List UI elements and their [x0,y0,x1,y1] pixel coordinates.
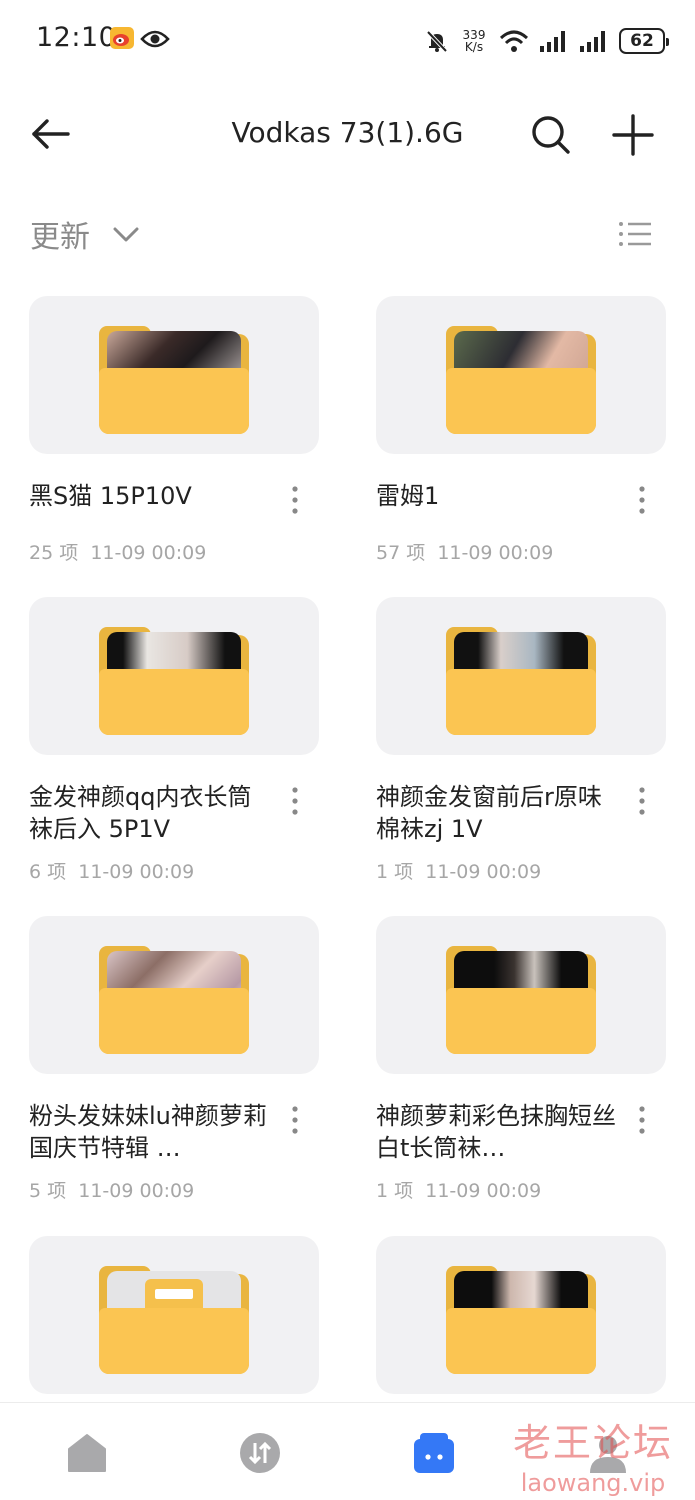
item-count: 6 项 [29,861,67,883]
watermark: 老王论坛 laowang.vip [508,1412,678,1497]
folder-thumbnail[interactable] [376,1236,666,1394]
modified-date: 11-09 00:09 [425,1180,542,1202]
folder-name: 黑S猫 15P10V [29,482,192,510]
folder-thumbnail[interactable] [376,597,666,755]
modified-date: 11-09 00:09 [425,861,542,883]
battery-indicator: 62 [619,28,669,54]
folder-meta: 6 项 11-09 00:09 [29,857,194,884]
mute-bell-icon [426,30,448,53]
title-bar: Vodkas 73(1).6G [0,100,695,170]
more-vertical-icon[interactable] [630,484,654,516]
folder-icon [99,1266,249,1374]
modified-date: 11-09 00:09 [78,861,195,883]
modified-date: 11-09 00:09 [90,542,207,564]
folder-icon [446,627,596,735]
folder-thumbnail[interactable] [29,1236,319,1394]
more-vertical-icon[interactable] [283,1104,307,1136]
item-count: 1 项 [376,1180,414,1202]
files-icon[interactable] [412,1431,456,1475]
transfer-icon[interactable] [238,1431,282,1475]
page-title: Vodkas 73(1).6G [231,116,464,149]
status-time: 12:10 [36,22,117,53]
folder-name: 神颜金发窗前后r原味棉袜zj 1V [376,783,602,843]
weibo-icon [110,27,134,49]
folder-name: 金发神颜qq内衣长筒袜后入 5P1V [29,783,252,843]
folder-meta: 57 项 11-09 00:09 [376,538,553,565]
signal-icon [540,31,565,52]
folder-thumbnail[interactable] [376,296,666,454]
watermark-text: 老王论坛 [512,1421,673,1465]
folder-icon [446,1266,596,1374]
add-icon[interactable] [610,112,656,158]
battery-level: 62 [630,31,654,51]
status-bar: 12:10 339 K/s 62 [0,0,695,80]
folder-icon [446,946,596,1054]
item-count: 25 项 [29,542,79,564]
folder-icon [99,627,249,735]
signal-icon-2 [580,31,605,52]
sort-label: 更新 [30,220,90,255]
watermark-url: laowang.vip [520,1469,666,1497]
folder-thumbnail[interactable] [29,296,319,454]
folder-icon [99,946,249,1054]
home-icon[interactable] [65,1431,109,1475]
list-view-icon[interactable] [617,216,653,252]
folder-name: 雷姆1 [376,482,440,510]
folder-meta: 1 项 11-09 00:09 [376,857,541,884]
folder-meta: 5 项 11-09 00:09 [29,1176,194,1203]
folder-meta: 1 项 11-09 00:09 [376,1176,541,1203]
folder-thumbnail[interactable] [29,597,319,755]
more-vertical-icon[interactable] [630,785,654,817]
more-vertical-icon[interactable] [283,484,307,516]
folder-icon [99,326,249,434]
folder-thumbnail[interactable] [376,916,666,1074]
search-icon[interactable] [528,112,572,156]
eye-icon [140,30,170,48]
chevron-down-icon [113,227,139,242]
net-speed: 339 K/s [459,29,489,53]
modified-date: 11-09 00:09 [437,542,554,564]
folder-thumbnail[interactable] [29,916,319,1074]
wifi-icon [499,30,529,52]
folder-meta: 25 项 11-09 00:09 [29,538,206,565]
item-count: 5 项 [29,1180,67,1202]
folder-name: 粉头发妹妹lu神颜萝莉国庆节特辑 … [29,1102,267,1162]
status-right: 339 K/s 62 [425,24,669,58]
item-count: 1 项 [376,861,414,883]
folder-name: 神颜萝莉彩色抹胸短丝白t长筒袜… [376,1102,616,1162]
more-vertical-icon[interactable] [283,785,307,817]
more-vertical-icon[interactable] [630,1104,654,1136]
modified-date: 11-09 00:09 [78,1180,195,1202]
sort-dropdown[interactable]: 更新 [30,212,140,256]
sort-row: 更新 [0,210,695,260]
item-count: 57 项 [376,542,426,564]
folder-icon [446,326,596,434]
net-speed-unit: K/s [464,40,484,54]
